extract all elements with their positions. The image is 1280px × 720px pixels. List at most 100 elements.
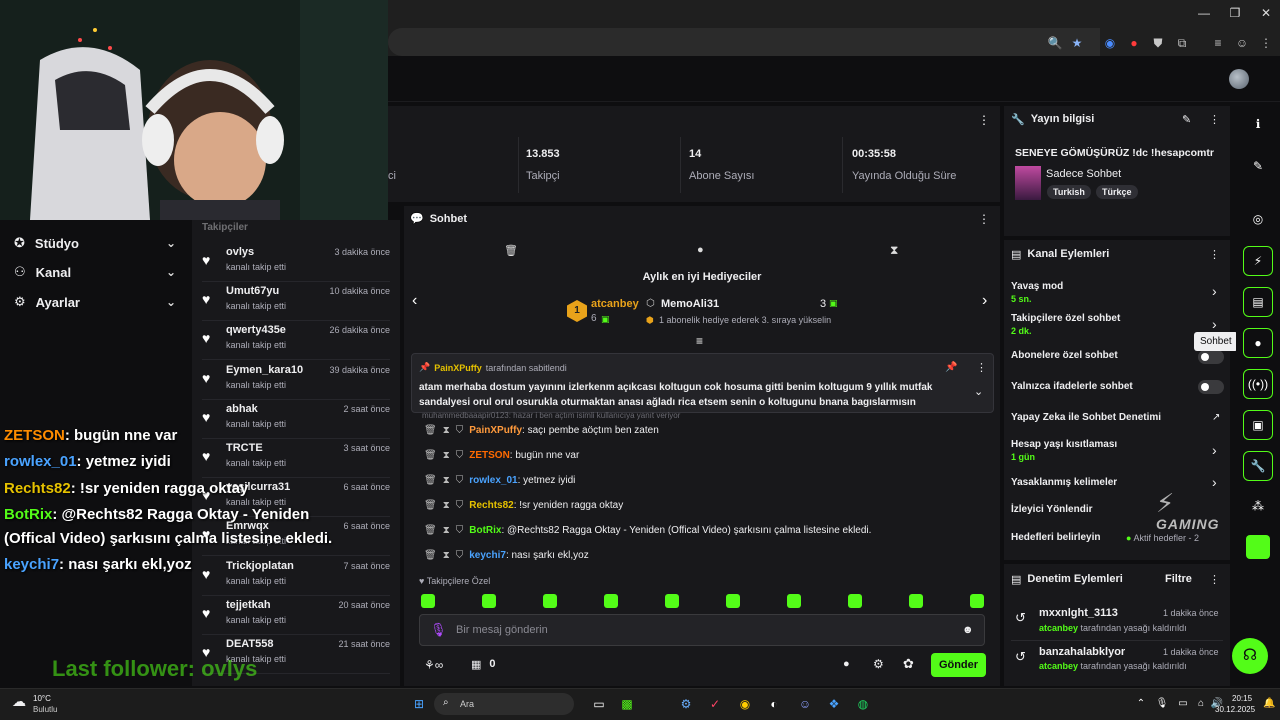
chevron-right-icon[interactable]: › — [1212, 283, 1217, 299]
app-icon[interactable]: ❖ — [825, 695, 843, 713]
trash-icon[interactable]: 🗑 — [424, 525, 437, 536]
follower-row[interactable]: ♥ qwerty435e 26 dakika önce kanalı takip et… — [202, 322, 390, 361]
mod-action-by[interactable]: atcanbey — [1039, 623, 1078, 633]
follower-row[interactable]: ♥ abhak 2 saat önce kanalı takip etti — [202, 401, 390, 439]
emote-icon[interactable] — [726, 594, 740, 608]
follower-row[interactable]: ♥ Trickjoplatan 7 saat önce kanalı takip et… — [202, 558, 390, 596]
more-options-icon[interactable]: ⋮ — [976, 361, 987, 374]
pencil-icon[interactable]: ✎ — [1243, 151, 1273, 181]
banned-words-label[interactable]: Yasaklanmış kelimeler — [1011, 477, 1117, 488]
hourglass-icon[interactable]: ⧗ — [443, 500, 450, 511]
chat-username[interactable]: keychi7 — [469, 550, 506, 561]
chat-username[interactable]: rowlex_01 — [469, 475, 517, 486]
trash-icon[interactable]: 🗑 — [424, 425, 437, 436]
mod-action-user[interactable]: banzahalabklyor — [1039, 646, 1125, 658]
minecraft-icon[interactable]: ▩ — [618, 695, 636, 713]
camera-icon[interactable]: ◎ — [1243, 204, 1273, 234]
raid-label[interactable]: İzleyici Yönlendir — [1011, 504, 1093, 515]
trash-icon[interactable]: 🗑 — [504, 244, 518, 257]
mod-action-user[interactable]: mxxnlght_3113 — [1039, 607, 1118, 619]
maximize-button[interactable]: ❐ — [1225, 6, 1245, 20]
follower-row[interactable]: ♥ Eymen_kara10 39 dakika önce kanalı takip … — [202, 362, 390, 400]
follower-row[interactable]: ♥ ovlys 3 dakika önce kanalı takip etti — [202, 244, 390, 282]
hourglass-icon[interactable]: ⧗ — [890, 243, 898, 258]
goals-label[interactable]: Hedefleri belirleyin — [1011, 532, 1100, 543]
infinity-icon[interactable]: ⚘∞ — [424, 658, 443, 672]
follower-row[interactable]: ♥ TRCTE 3 saat önce kanalı takip etti — [202, 440, 390, 478]
follower-name[interactable]: tejjetkah — [226, 599, 271, 611]
nodes-icon[interactable]: ⁂ — [1243, 491, 1273, 521]
emote-icon[interactable] — [848, 594, 862, 608]
subs-only-toggle[interactable] — [1198, 350, 1224, 364]
chat-username[interactable]: BotRix — [469, 525, 501, 536]
hourglass-icon[interactable]: ⧗ — [443, 475, 450, 486]
emote-icon[interactable] — [909, 594, 923, 608]
emote-icon[interactable] — [482, 594, 496, 608]
hourglass-icon[interactable]: ⧗ — [443, 525, 450, 536]
microphone-icon[interactable]: 🎙 — [1153, 695, 1171, 713]
subs-only-label[interactable]: Abonelere özel sohbet — [1011, 350, 1118, 361]
points-display[interactable]: ▦ 0 — [471, 658, 496, 671]
sidebar-item-channel[interactable]: ⚇ Kanal ⌄ — [14, 264, 176, 280]
chat-username[interactable]: Rechts82 — [469, 500, 513, 511]
gifter-name[interactable]: MemoAli31 — [661, 298, 719, 310]
avatar[interactable] — [1229, 69, 1249, 89]
more-options-icon[interactable]: ⋮ — [1209, 248, 1220, 261]
emote-only-toggle[interactable] — [1198, 380, 1224, 394]
emote-icon[interactable] — [543, 594, 557, 608]
puzzle-icon[interactable]: ⧉ — [1174, 36, 1190, 51]
extension-icon[interactable]: ◉ — [1102, 36, 1118, 50]
emote-icon[interactable] — [665, 594, 679, 608]
chevron-right-icon[interactable]: › — [1212, 442, 1217, 458]
account-age-label[interactable]: Hesap yaşı kısıtlaması — [1011, 439, 1117, 450]
taskbar-search[interactable] — [434, 693, 574, 715]
external-link-icon[interactable]: ↗ — [1212, 412, 1220, 423]
document-icon[interactable]: ▤ — [1243, 287, 1273, 317]
follower-row[interactable]: ♥ Umut67yu 10 dakika önce kanalı takip etti — [202, 283, 390, 322]
address-bar[interactable] — [388, 28, 1100, 56]
broadcast-icon[interactable]: ((•)) — [1243, 369, 1273, 399]
tag-chip[interactable]: Turkish — [1047, 185, 1091, 199]
chevron-left-icon[interactable]: ‹ — [412, 292, 417, 310]
follower-name[interactable]: ovlys — [226, 246, 254, 258]
follower-name[interactable]: qwerty435e — [226, 324, 286, 336]
info-icon[interactable]: ℹ — [1243, 109, 1273, 139]
chevron-right-icon[interactable]: › — [1212, 474, 1217, 490]
pinned-by-user[interactable]: PainXPuffy — [434, 363, 482, 373]
gifter-name[interactable]: atcanbey — [591, 298, 639, 310]
category-name[interactable]: Sadece Sohbet — [1046, 168, 1121, 180]
shield-icon[interactable]: ⛊ — [1150, 36, 1166, 51]
follower-row[interactable]: ♥ tejjetkah 20 saat önce kanalı takip etti — [202, 597, 390, 635]
more-options-icon[interactable]: ⋮ — [1209, 113, 1220, 126]
trash-icon[interactable]: 🗑 — [424, 450, 437, 461]
chat-bubble-icon[interactable]: ● — [697, 244, 704, 256]
chat-username[interactable]: ZETSON — [469, 450, 510, 461]
chevron-right-icon[interactable]: › — [1212, 316, 1217, 332]
more-options-icon[interactable]: ⋮ — [978, 212, 990, 226]
emote-only-label[interactable]: Yalnızca ifadelerle sohbet — [1011, 381, 1133, 392]
slow-mode-label[interactable]: Yavaş mod — [1011, 281, 1063, 292]
bookmark-star-icon[interactable]: ★ — [1069, 36, 1085, 50]
trash-icon[interactable]: 🗑 — [424, 475, 437, 486]
emote-icon[interactable] — [421, 594, 435, 608]
puzzle-icon[interactable]: ✿ — [903, 656, 914, 672]
follower-name[interactable]: Trickjoplatan — [226, 560, 294, 572]
minimize-button[interactable]: — — [1194, 6, 1214, 20]
chat-bubble-icon[interactable]: ● — [843, 658, 850, 670]
folder-icon[interactable]: ▭ — [590, 695, 608, 713]
trash-icon[interactable]: 🗑 — [424, 500, 437, 511]
follower-name[interactable]: abhak — [226, 403, 258, 415]
save-icon[interactable]: ▣ — [1243, 410, 1273, 440]
app-icon[interactable]: ◐ — [765, 695, 783, 713]
discord-icon[interactable]: ☺ — [796, 695, 814, 713]
chrome-icon[interactable]: ◉ — [736, 695, 754, 713]
chat-bubble-icon[interactable]: ● — [1243, 328, 1273, 358]
gear-icon[interactable]: ⚙ — [873, 657, 884, 671]
follower-name[interactable]: DEAT558 — [226, 638, 273, 650]
trash-icon[interactable]: 🗑 — [424, 550, 437, 561]
sidebar-item-settings[interactable]: ⚙ Ayarlar ⌄ — [14, 294, 176, 310]
tab-list-icon[interactable]: ≡ — [1210, 36, 1226, 50]
filter-button[interactable]: Filtre — [1165, 573, 1192, 585]
close-button[interactable]: ✕ — [1256, 6, 1276, 20]
wrench-icon[interactable]: 🔧 — [1243, 451, 1273, 481]
